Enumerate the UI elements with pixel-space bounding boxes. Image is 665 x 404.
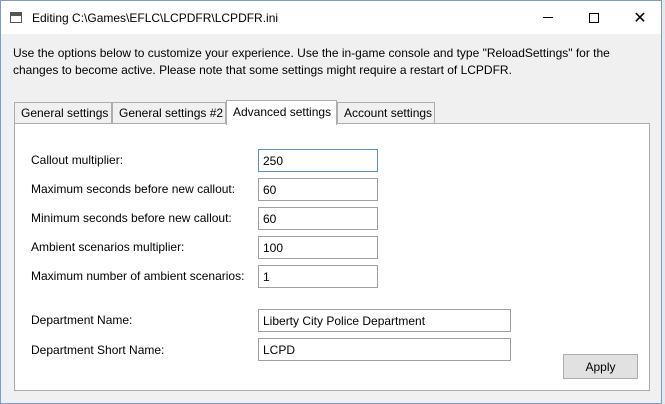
window-app-icon [10,12,22,23]
max-ambient-scenarios-input[interactable] [258,265,378,288]
close-button[interactable]: ✕ [617,1,663,34]
settings-window: Editing C:\Games\EFLC\LCPDFR\LCPDFR.ini … [0,0,662,404]
apply-button[interactable]: Apply [563,354,638,379]
callout-multiplier-input[interactable] [258,149,378,172]
max-seconds-callout-label: Maximum seconds before new callout: [31,182,236,196]
title-bar[interactable]: Editing C:\Games\EFLC\LCPDFR\LCPDFR.ini … [1,1,661,34]
callout-multiplier-label: Callout multiplier: [31,153,124,167]
max-ambient-scenarios-label: Maximum number of ambient scenarios: [31,269,245,283]
tab-general-settings-2[interactable]: General settings #2 [112,102,226,124]
max-seconds-callout-input[interactable] [258,178,378,201]
min-seconds-callout-input[interactable] [258,207,378,230]
maximize-icon [589,12,599,23]
ambient-scenarios-multiplier-input[interactable] [258,236,378,259]
window-title: Editing C:\Games\EFLC\LCPDFR\LCPDFR.ini [32,11,279,25]
ambient-scenarios-multiplier-label: Ambient scenarios multiplier: [31,240,185,254]
minimize-button[interactable] [525,1,571,34]
tab-account-settings[interactable]: Account settings [337,102,435,124]
minimize-icon [543,17,553,18]
department-short-name-label: Department Short Name: [31,343,165,357]
intro-text: Use the options below to customize your … [13,46,610,77]
department-short-name-input[interactable] [258,338,511,361]
min-seconds-callout-label: Minimum seconds before new callout: [31,211,232,225]
close-icon: ✕ [633,7,647,27]
department-name-label: Department Name: [31,313,133,327]
advanced-settings-panel: Callout multiplier: Maximum seconds befo… [14,123,650,391]
tab-advanced-settings[interactable]: Advanced settings [226,100,337,125]
department-name-input[interactable] [258,309,511,332]
maximize-button[interactable] [571,1,617,34]
tab-general-settings[interactable]: General settings [14,102,112,124]
